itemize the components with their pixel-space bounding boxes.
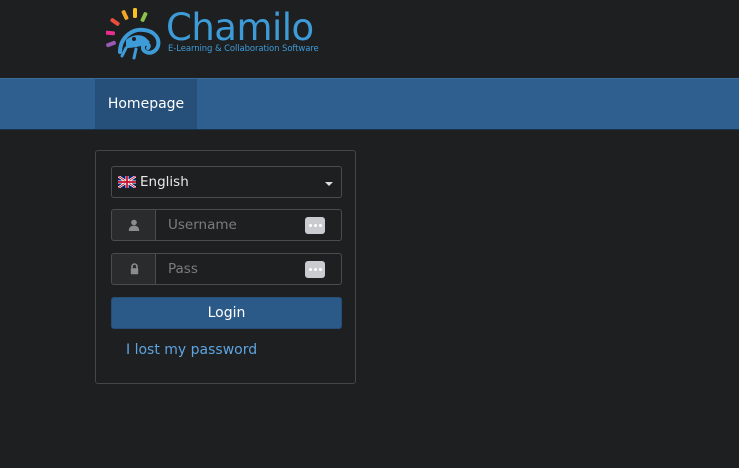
login-panel: English Login I lost my password xyxy=(95,150,356,384)
language-select[interactable]: English xyxy=(111,166,342,198)
logo-tagline: E-Learning & Collaboration Software xyxy=(168,44,319,54)
nav-item-homepage[interactable]: Homepage xyxy=(95,79,197,129)
user-icon xyxy=(128,219,140,231)
lock-icon xyxy=(130,263,139,275)
chamilo-logo[interactable]: Chamilo E-Learning & Collaboration Softw… xyxy=(106,8,330,62)
main-navbar: Homepage xyxy=(0,78,739,130)
chevron-down-icon xyxy=(325,182,333,186)
logo-wordmark: Chamilo xyxy=(166,6,314,49)
login-button[interactable]: Login xyxy=(111,297,342,329)
uk-flag-icon xyxy=(118,176,136,188)
password-addon xyxy=(111,253,155,285)
password-manager-icon[interactable] xyxy=(305,217,325,234)
chameleon-logo-icon xyxy=(106,8,161,60)
site-header: Chamilo E-Learning & Collaboration Softw… xyxy=(0,0,739,78)
password-manager-icon[interactable] xyxy=(305,261,325,278)
language-select-value: English xyxy=(140,174,189,190)
username-group xyxy=(111,209,342,241)
username-addon xyxy=(111,209,155,241)
lost-password-link[interactable]: I lost my password xyxy=(126,342,257,358)
password-group xyxy=(111,253,342,285)
